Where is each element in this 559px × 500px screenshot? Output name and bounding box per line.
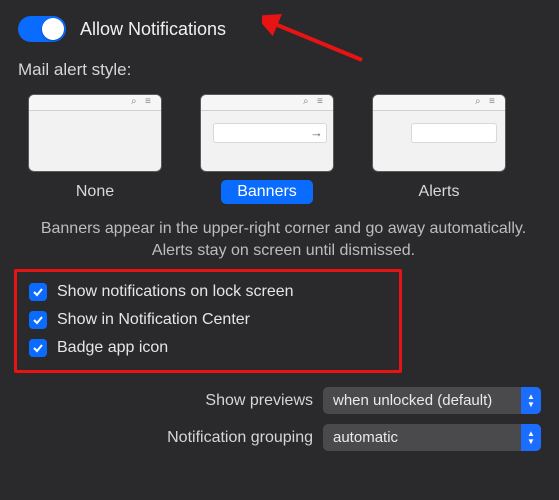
alert-style-none-label: None	[60, 180, 130, 204]
alert-style-alerts[interactable]: ⌕ ≡ Alerts	[372, 94, 506, 204]
notification-grouping-label: Notification grouping	[167, 429, 313, 447]
arrow-right-icon: →	[310, 125, 323, 140]
menu-icon: ≡	[317, 97, 327, 107]
notification-center-label: Show in Notification Center	[57, 311, 250, 329]
notification-grouping-value: automatic	[323, 429, 521, 446]
search-icon: ⌕	[475, 97, 485, 107]
notification-grouping-select[interactable]: automatic ▲▼	[323, 424, 541, 451]
show-previews-value: when unlocked (default)	[323, 392, 521, 409]
alert-style-banners-label: Banners	[221, 180, 313, 204]
alert-style-alerts-label: Alerts	[403, 180, 476, 204]
alert-style-banners-preview: ⌕ ≡ →	[200, 94, 334, 172]
allow-notifications-toggle[interactable]	[18, 16, 66, 42]
alert-style-alerts-preview: ⌕ ≡	[372, 94, 506, 172]
check-icon	[32, 314, 44, 326]
search-icon: ⌕	[131, 97, 141, 107]
updown-arrows-icon: ▲▼	[521, 387, 541, 414]
menu-icon: ≡	[489, 97, 499, 107]
show-previews-select[interactable]: when unlocked (default) ▲▼	[323, 387, 541, 414]
show-previews-label: Show previews	[205, 392, 313, 410]
lock-screen-label: Show notifications on lock screen	[57, 283, 294, 301]
notification-center-checkbox[interactable]	[29, 311, 47, 329]
check-icon	[32, 286, 44, 298]
badge-app-icon-label: Badge app icon	[57, 339, 168, 357]
alert-style-none[interactable]: ⌕ ≡ None	[28, 94, 162, 204]
badge-app-icon-checkbox[interactable]	[29, 339, 47, 357]
search-icon: ⌕	[303, 97, 313, 107]
alert-style-description: Banners appear in the upper-right corner…	[0, 204, 559, 267]
highlight-annotation: Show notifications on lock screen Show i…	[14, 269, 402, 373]
alert-style-none-preview: ⌕ ≡	[28, 94, 162, 172]
menu-icon: ≡	[145, 97, 155, 107]
toggle-knob	[42, 18, 64, 40]
allow-notifications-label: Allow Notifications	[80, 19, 226, 40]
lock-screen-checkbox[interactable]	[29, 283, 47, 301]
alert-style-banners[interactable]: ⌕ ≡ → Banners	[200, 94, 334, 204]
updown-arrows-icon: ▲▼	[521, 424, 541, 451]
alert-style-heading: Mail alert style:	[0, 52, 559, 86]
check-icon	[32, 342, 44, 354]
